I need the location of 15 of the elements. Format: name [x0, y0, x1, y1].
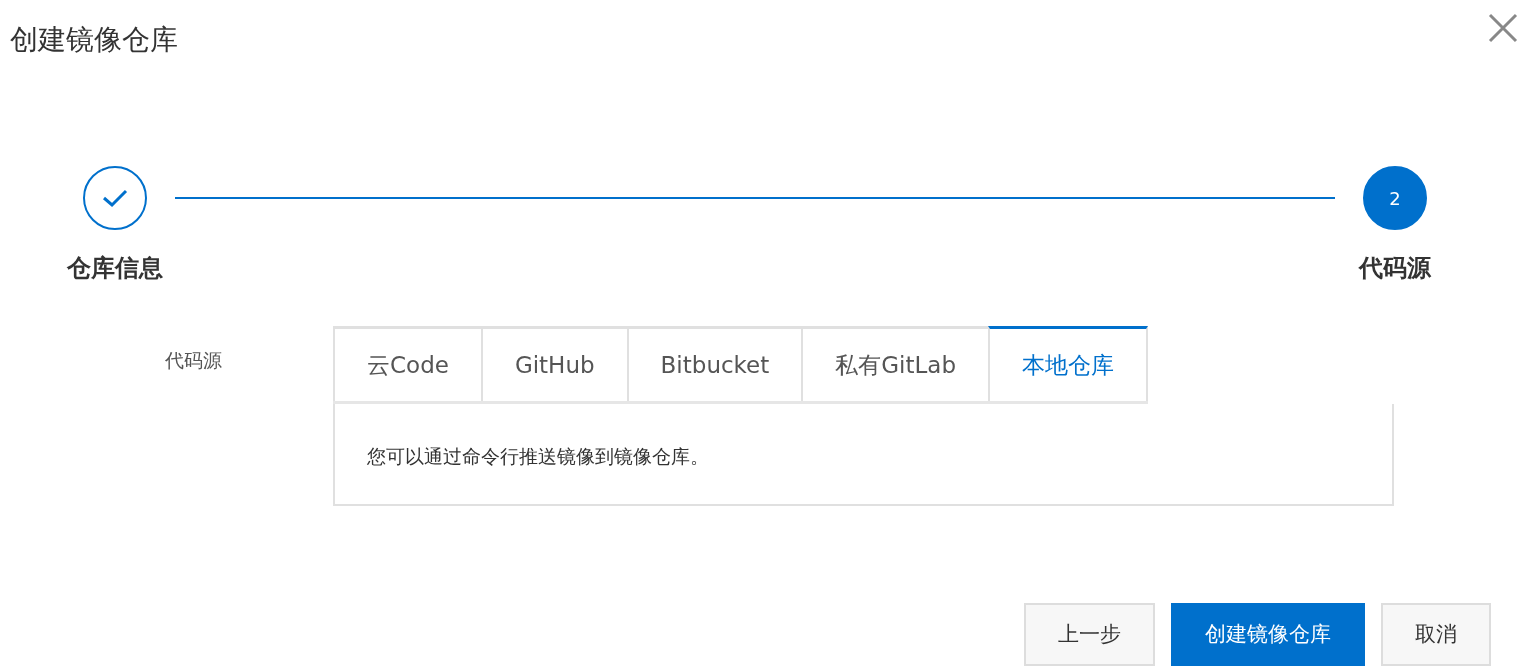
secondary-button[interactable]: 取消	[1381, 603, 1491, 667]
step-label: 仓库信息	[67, 253, 163, 285]
close-icon[interactable]	[1487, 12, 1519, 44]
create-button[interactable]: 创建镜像仓库	[1171, 603, 1365, 667]
source-tab[interactable]: 云Code	[333, 326, 481, 402]
step-label: 代码源	[1359, 253, 1431, 285]
field-label: 代码源	[165, 349, 222, 372]
source-tab[interactable]: GitHub	[480, 326, 627, 402]
dialog-title: 创建镜像仓库	[10, 22, 178, 58]
source-tab[interactable]: 本地仓库	[988, 326, 1149, 402]
panel-text: 您可以通过命令行推送镜像到镜像仓库。	[367, 445, 709, 468]
step-number: 2	[1363, 166, 1427, 231]
source-tab[interactable]: Bitbucket	[626, 326, 802, 402]
source-tab[interactable]: 私有GitLab	[801, 326, 989, 402]
secondary-button[interactable]: 上一步	[1024, 603, 1155, 667]
